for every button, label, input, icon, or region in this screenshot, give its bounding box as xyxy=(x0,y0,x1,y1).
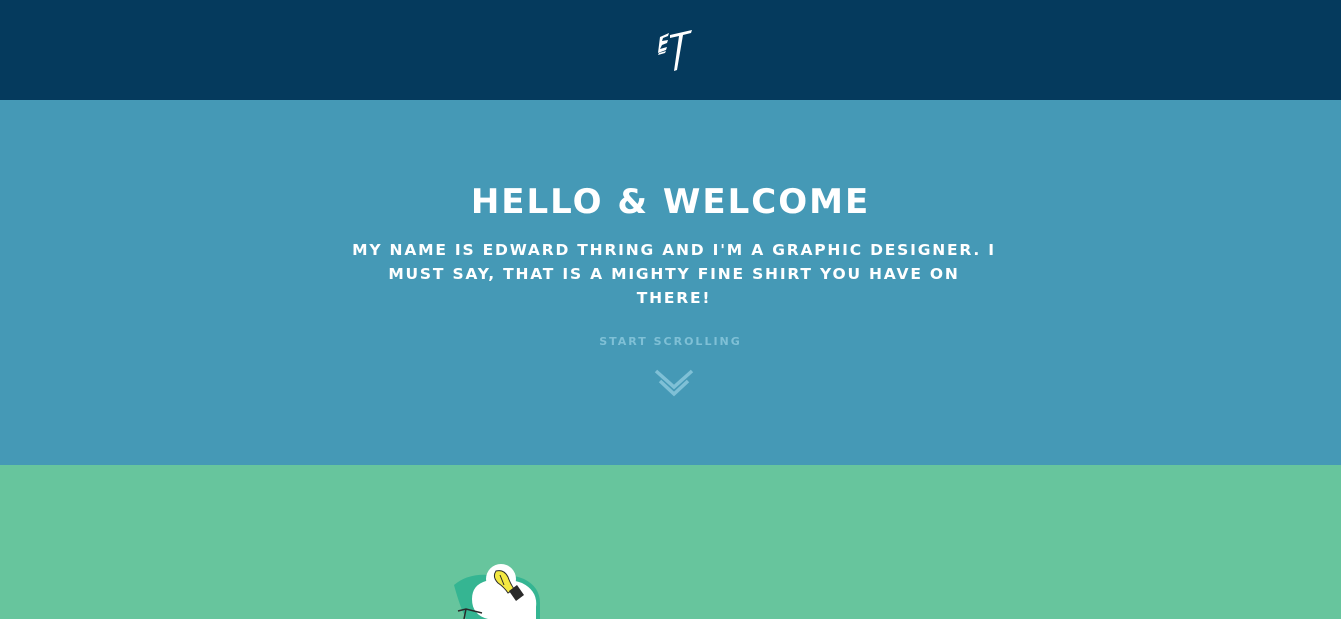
lightbulb-head-illustration xyxy=(454,564,540,619)
hero-section: HELLO & WELCOME MY NAME IS EDWARD THRING… xyxy=(0,100,1341,465)
double-chevron-down-icon[interactable] xyxy=(654,369,694,399)
et-logo-icon[interactable]: ET xyxy=(654,28,696,74)
hero-title: HELLO & WELCOME xyxy=(470,182,871,222)
about-section xyxy=(0,465,1341,619)
hero-subtitle: MY NAME IS EDWARD THRING AND I'M A GRAPH… xyxy=(352,241,996,307)
site-header: ET xyxy=(0,0,1341,100)
start-scrolling-link[interactable]: START SCROLLING xyxy=(0,335,1341,349)
